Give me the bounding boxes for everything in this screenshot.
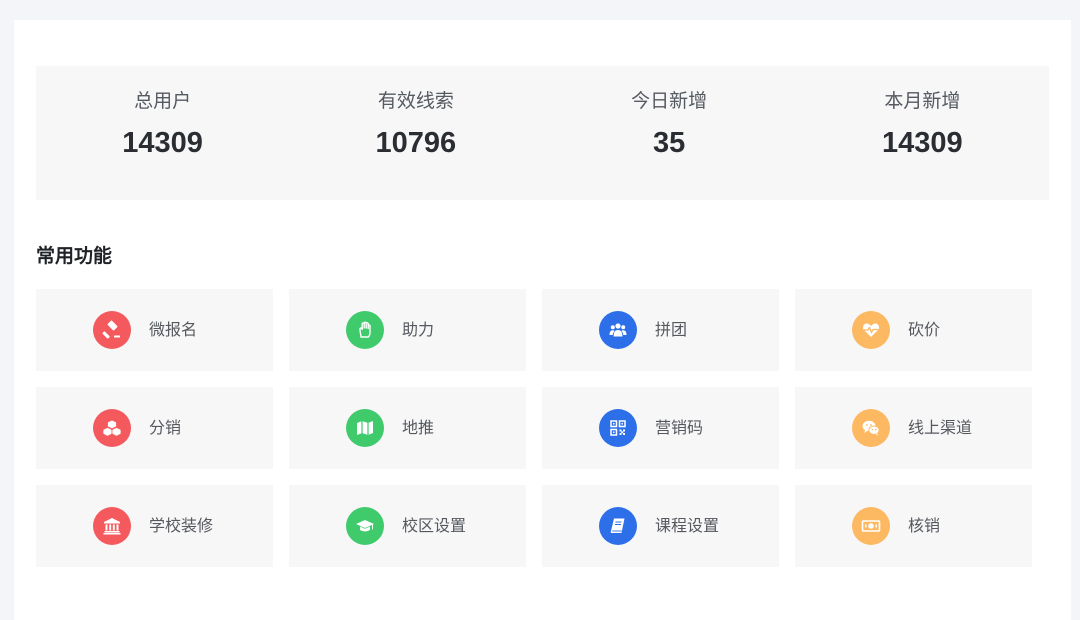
stat-new-this-month: 本月新增 14309 [796, 66, 1049, 200]
wechat-icon [852, 409, 890, 447]
stat-valid-leads: 有效线索 10796 [289, 66, 542, 200]
function-tile-ground-promo[interactable]: 地推 [289, 387, 526, 469]
tile-label: 校区设置 [402, 516, 467, 535]
function-tile-bargain[interactable]: 砍价 [795, 289, 1032, 371]
qrcode-icon [599, 409, 637, 447]
stats-bar: 总用户 14309 有效线索 10796 今日新增 35 本月新增 14309 [36, 66, 1049, 200]
stat-value: 14309 [882, 127, 963, 159]
tile-label: 线上渠道 [908, 418, 973, 437]
graduation-cap-icon [346, 507, 384, 545]
function-tile-registration[interactable]: 微报名 [36, 289, 273, 371]
tile-label: 课程设置 [655, 516, 720, 535]
tile-label: 营销码 [655, 418, 704, 437]
hand-icon [346, 311, 384, 349]
tile-label: 地推 [402, 418, 435, 437]
tile-label: 拼团 [655, 320, 688, 339]
tile-label: 分销 [149, 418, 182, 437]
function-tile-marketing-code[interactable]: 营销码 [542, 387, 779, 469]
function-tile-course-settings[interactable]: 课程设置 [542, 485, 779, 567]
function-tile-boost[interactable]: 助力 [289, 289, 526, 371]
function-tile-school-decoration[interactable]: 学校装修 [36, 485, 273, 567]
map-icon [346, 409, 384, 447]
tile-label: 微报名 [149, 320, 198, 339]
tile-label: 学校装修 [149, 516, 214, 535]
cubes-icon [93, 409, 131, 447]
institution-icon [93, 507, 131, 545]
function-grid: 微报名 助力 拼团 砍价 分销 地推 营销码 线上渠道 学校装修 校区设置 课程… [36, 289, 1032, 567]
stat-value: 10796 [375, 127, 457, 159]
dashboard-panel: 总用户 14309 有效线索 10796 今日新增 35 本月新增 14309 … [14, 20, 1071, 620]
stat-label: 有效线索 [377, 90, 454, 112]
function-tile-group-buy[interactable]: 拼团 [542, 289, 779, 371]
stat-new-today: 今日新增 35 [543, 66, 796, 200]
tile-label: 助力 [402, 320, 435, 339]
money-icon [852, 507, 890, 545]
stat-value: 35 [652, 127, 686, 159]
function-tile-campus-settings[interactable]: 校区设置 [289, 485, 526, 567]
function-tile-online-channel[interactable]: 线上渠道 [795, 387, 1032, 469]
stat-label: 今日新增 [631, 90, 708, 112]
stat-value: 14309 [122, 127, 203, 159]
tile-label: 砍价 [908, 320, 941, 339]
book-icon [599, 507, 637, 545]
heartbeat-icon [852, 311, 890, 349]
stat-label: 本月新增 [884, 90, 961, 112]
gavel-icon [93, 311, 131, 349]
section-title: 常用功能 [36, 245, 113, 267]
stat-label: 总用户 [134, 90, 192, 112]
tile-label: 核销 [908, 516, 941, 535]
stat-total-users: 总用户 14309 [36, 66, 289, 200]
function-tile-distribution[interactable]: 分销 [36, 387, 273, 469]
users-icon [599, 311, 637, 349]
function-tile-verification[interactable]: 核销 [795, 485, 1032, 567]
